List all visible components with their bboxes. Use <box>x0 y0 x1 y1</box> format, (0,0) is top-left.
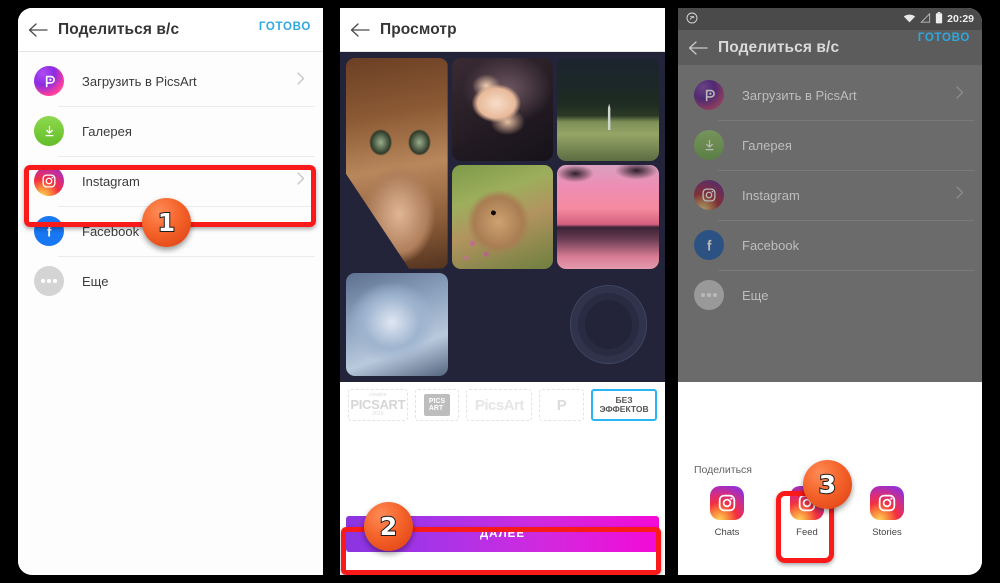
list-item-label: Загрузить в PicsArt <box>82 73 197 89</box>
list-item-label: Галерея <box>742 137 792 153</box>
status-bar-right: 20:29 <box>903 11 974 27</box>
watermark-option-chip[interactable]: PICS ART <box>414 389 460 421</box>
collage-tile-rabbit <box>451 165 554 269</box>
watermark-options-strip: creative PICSART 2019 PICS ART PicsArt P… <box>340 382 665 428</box>
back-arrow-icon[interactable] <box>340 8 380 52</box>
instagram-icon <box>870 486 904 520</box>
collage-tile-church <box>557 58 659 162</box>
more-icon <box>34 266 64 296</box>
shazam-icon <box>686 12 698 27</box>
list-item-gallery[interactable]: Галерея <box>18 106 323 156</box>
collage-grid <box>346 58 659 376</box>
share-target-list-dimmed: Загрузить в PicsArt Галерея Instagram Fa… <box>678 66 982 382</box>
list-item-picsart[interactable]: Загрузить в PicsArt <box>678 70 982 120</box>
picsart-icon <box>694 80 724 110</box>
list-item-more[interactable]: Еще <box>18 256 323 306</box>
watermark-option-p[interactable]: P <box>539 389 585 421</box>
watermark-line1: PICS <box>428 398 446 405</box>
back-arrow-icon[interactable] <box>18 8 58 52</box>
page-title: Поделиться в/с <box>718 38 840 56</box>
panel3-appbar: Поделиться в/с ГОТОВО <box>678 30 982 66</box>
watermark-option-creative[interactable]: creative PICSART 2019 <box>348 389 408 421</box>
instagram-icon <box>694 180 724 210</box>
page-title: Поделиться в/с <box>58 20 180 38</box>
list-item-picsart[interactable]: Загрузить в PicsArt <box>18 56 323 106</box>
screenshot-root: Поделиться в/с ГОТОВО Загрузить в PicsAr… <box>0 0 1000 583</box>
panel1-appbar: Поделиться в/с ГОТОВО <box>18 8 323 52</box>
watermark-option-outline[interactable]: PicsArt <box>466 389 533 421</box>
no-effects-line2: ЭФФЕКТОВ <box>599 404 649 414</box>
share-target-list: Загрузить в PicsArt Галерея Instagram Fa… <box>18 52 323 575</box>
step-badge-1: 1 <box>142 198 191 247</box>
picsart-icon <box>34 66 64 96</box>
done-button[interactable]: ГОТОВО <box>259 21 311 33</box>
collage-tile-sunset <box>557 165 659 269</box>
facebook-icon <box>694 230 724 260</box>
collage-tile-branch <box>452 273 554 376</box>
wifi-icon <box>903 13 916 26</box>
step-badge-3: 3 <box>803 460 852 509</box>
collage-tile-pine <box>346 272 448 376</box>
back-arrow-icon[interactable] <box>678 26 718 70</box>
gallery-icon <box>694 130 724 160</box>
list-item-gallery[interactable]: Галерея <box>678 120 982 170</box>
gallery-icon <box>34 116 64 146</box>
list-item-label: Facebook <box>742 237 800 253</box>
watermark-line3: 2019 <box>372 410 384 417</box>
list-item-label: Instagram <box>742 187 800 203</box>
list-item-instagram[interactable]: Instagram <box>678 170 982 220</box>
list-item-more[interactable]: Еще <box>678 270 982 320</box>
chevron-right-icon <box>956 86 964 104</box>
watermark-line2: ART <box>428 405 444 412</box>
step-badge-2: 2 <box>364 502 413 551</box>
chevron-right-icon <box>297 72 305 90</box>
panel2-appbar: Просмотр <box>340 8 665 52</box>
signal-icon <box>920 12 931 26</box>
collage-tile-flower <box>451 58 554 162</box>
collage-preview[interactable] <box>340 52 665 382</box>
list-item-label: Галерея <box>82 123 132 139</box>
watermark-line2: PICSART <box>350 397 406 413</box>
page-title: Просмотр <box>380 20 457 38</box>
list-item-label: Еще <box>742 287 769 303</box>
list-item-label: Еще <box>82 273 109 289</box>
collage-tile-startrails <box>557 273 659 376</box>
battery-icon <box>935 11 943 27</box>
more-icon <box>694 280 724 310</box>
share-target-label: Chats <box>714 527 740 538</box>
list-item-facebook[interactable]: Facebook <box>678 220 982 270</box>
status-bar: 20:29 <box>678 8 982 30</box>
clock-label: 20:29 <box>947 13 974 25</box>
chevron-right-icon <box>956 186 964 204</box>
list-item-label: Загрузить в PicsArt <box>742 87 857 103</box>
no-effects-option[interactable]: БЕЗ ЭФФЕКТОВ <box>591 389 657 421</box>
share-target-chats[interactable]: Chats <box>696 486 758 538</box>
share-target-stories[interactable]: Stories <box>856 486 918 538</box>
collage-tile-cat <box>346 58 448 269</box>
panel-share-sheet: 20:29 Поделиться в/с ГОТОВО Загрузить в … <box>678 8 982 575</box>
watermark-line1: P <box>556 396 567 414</box>
panel-share-list: Поделиться в/с ГОТОВО Загрузить в PicsAr… <box>18 8 323 575</box>
done-button[interactable]: ГОТОВО <box>918 32 970 44</box>
share-target-label: Stories <box>872 527 902 538</box>
panel-preview: Просмотр creative PICSART 2019 PICS ART … <box>340 8 665 575</box>
instagram-icon <box>710 486 744 520</box>
